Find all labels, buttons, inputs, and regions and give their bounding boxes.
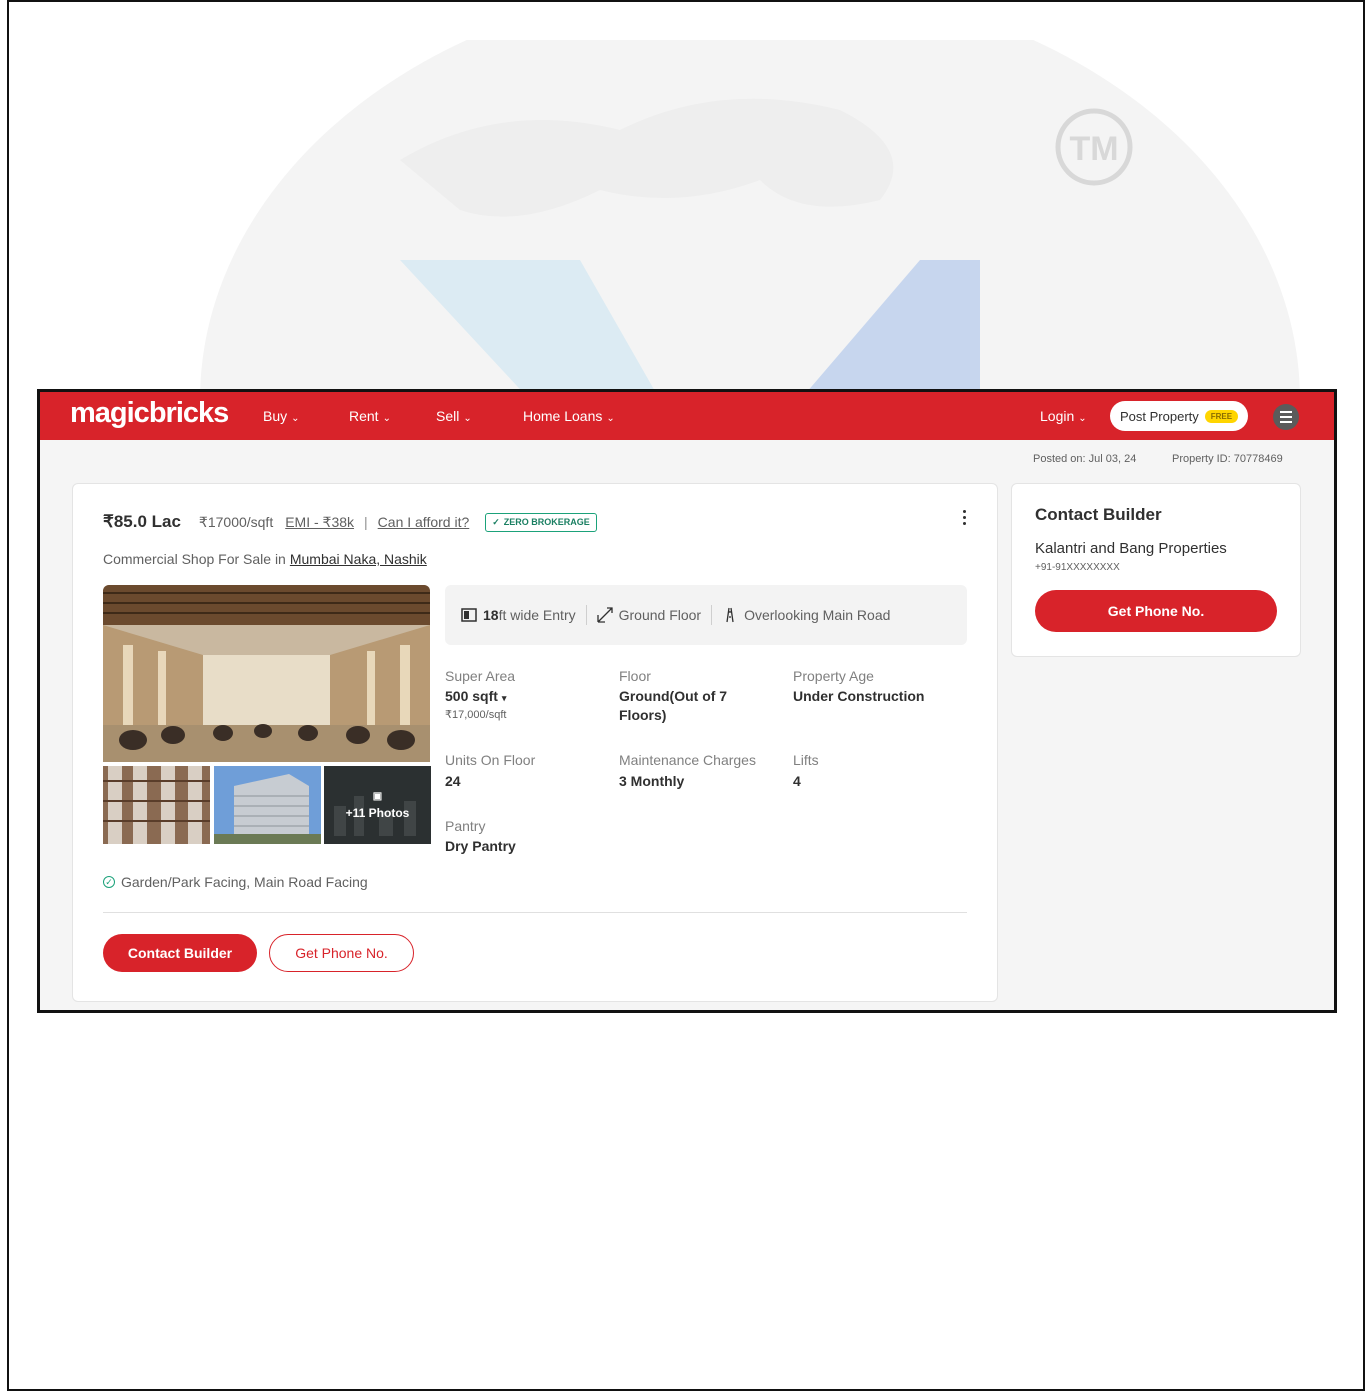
- chevron-down-icon: ⌄: [382, 413, 391, 424]
- price-per-sqft: ₹17000/sqft: [198, 513, 274, 530]
- chevron-down-icon: ⌄: [463, 413, 472, 424]
- main-property-photo[interactable]: [103, 585, 430, 762]
- listing-title: Commercial Shop For Sale in Mumbai Naka, …: [103, 551, 427, 567]
- contact-builder-button[interactable]: Contact Builder: [103, 934, 257, 972]
- check-icon: ✓: [492, 516, 500, 527]
- watermark-logo: TM: [200, 40, 1300, 400]
- check-circle-icon: ✓: [103, 876, 115, 888]
- listing-screenshot: magicbricks Buy ⌄ Rent ⌄ Sell ⌄ Home Loans ⌄…: [37, 389, 1337, 1013]
- door-icon: [461, 608, 477, 622]
- posted-date: Posted on: Jul 03, 24: [1033, 453, 1137, 465]
- nav-home-loans[interactable]: Home Loans ⌄: [523, 408, 615, 424]
- builder-phone: +91-91XXXXXXXX: [1035, 562, 1120, 573]
- contact-card-phone-button[interactable]: Get Phone No.: [1035, 590, 1277, 632]
- more-options-button[interactable]: [963, 510, 966, 525]
- thumbnail-photo-2[interactable]: [214, 766, 321, 844]
- card-divider: [103, 912, 967, 913]
- nav-buy[interactable]: Buy ⌄: [263, 408, 300, 424]
- location-link[interactable]: Mumbai Naka, Nashik: [290, 551, 427, 567]
- zero-brokerage-badge: ✓ ZERO BROKERAGE: [485, 512, 597, 532]
- floor-label: Floor: [619, 668, 651, 684]
- more-photos-thumbnail[interactable]: ▣ +11 Photos: [324, 766, 431, 844]
- maintenance-value: 3 Monthly: [619, 773, 685, 789]
- super-area-rate: ₹17,000/sqft: [445, 709, 507, 721]
- watermark-tm: TM: [1069, 130, 1118, 168]
- highlights-bar: 18ft wide Entry Ground Floor Overlooking…: [445, 585, 967, 645]
- nav-sell[interactable]: Sell ⌄: [436, 408, 472, 424]
- contact-card-title: Contact Builder: [1035, 505, 1162, 524]
- hamburger-menu-button[interactable]: [1273, 404, 1299, 430]
- builder-name: Kalantri and Bang Properties: [1035, 540, 1227, 557]
- chevron-down-icon: ⌄: [291, 413, 300, 424]
- nav-rent[interactable]: Rent ⌄: [349, 408, 391, 424]
- afford-link[interactable]: Can I afford it?: [378, 514, 470, 530]
- property-age-label: Property Age: [793, 668, 874, 684]
- amenities-line: ✓ Garden/Park Facing, Main Road Facing: [103, 874, 368, 890]
- property-id: Property ID: 70778469: [1172, 453, 1283, 465]
- lifts-label: Lifts: [793, 752, 819, 768]
- login-menu[interactable]: Login ⌄: [1040, 408, 1087, 424]
- magicbricks-logo[interactable]: magicbricks: [70, 397, 229, 430]
- super-area-value[interactable]: 500 sqft ▾: [445, 687, 506, 708]
- property-age-value: Under Construction: [793, 688, 925, 704]
- pantry-label: Pantry: [445, 818, 486, 834]
- contact-builder-card: Contact Builder Kalantri and Bang Proper…: [1011, 483, 1301, 657]
- road-icon: [726, 607, 734, 623]
- units-value: 24: [445, 773, 461, 789]
- listing-price: ₹85.0 Lac: [103, 512, 181, 531]
- entry-width-highlight: 18ft wide Entry: [461, 607, 576, 623]
- chevron-down-icon: ⌄: [1078, 413, 1087, 424]
- floor-value-line1: Ground(Out of 7: [619, 688, 728, 704]
- super-area-label: Super Area: [445, 668, 516, 684]
- stairs-icon: [596, 607, 613, 623]
- maintenance-label: Maintenance Charges: [619, 752, 756, 768]
- emi-link[interactable]: EMI - ₹38k: [285, 514, 354, 531]
- top-nav-bar: magicbricks Buy ⌄ Rent ⌄ Sell ⌄ Home Loans ⌄…: [40, 392, 1334, 440]
- pantry-value: Dry Pantry: [445, 838, 516, 854]
- hamburger-icon: [1280, 411, 1292, 413]
- caret-down-icon: ▾: [501, 693, 507, 703]
- get-phone-button[interactable]: Get Phone No.: [269, 934, 414, 972]
- chevron-down-icon: ⌄: [606, 413, 615, 424]
- floor-highlight: Ground Floor: [596, 607, 701, 623]
- lifts-value: 4: [793, 773, 801, 789]
- gallery-icon: ▣: [372, 790, 383, 802]
- thumbnail-photo-1[interactable]: [103, 766, 210, 844]
- floor-value-line2: Floors): [619, 707, 667, 723]
- post-property-button[interactable]: Post Property FREE: [1110, 401, 1249, 431]
- listing-card: ₹85.0 Lac ₹17000/sqft EMI - ₹38k | Can I…: [72, 483, 998, 1002]
- free-badge: FREE: [1204, 409, 1239, 423]
- units-label: Units On Floor: [445, 752, 536, 768]
- overlooking-highlight: Overlooking Main Road: [722, 607, 890, 623]
- kebab-icon: [963, 510, 966, 513]
